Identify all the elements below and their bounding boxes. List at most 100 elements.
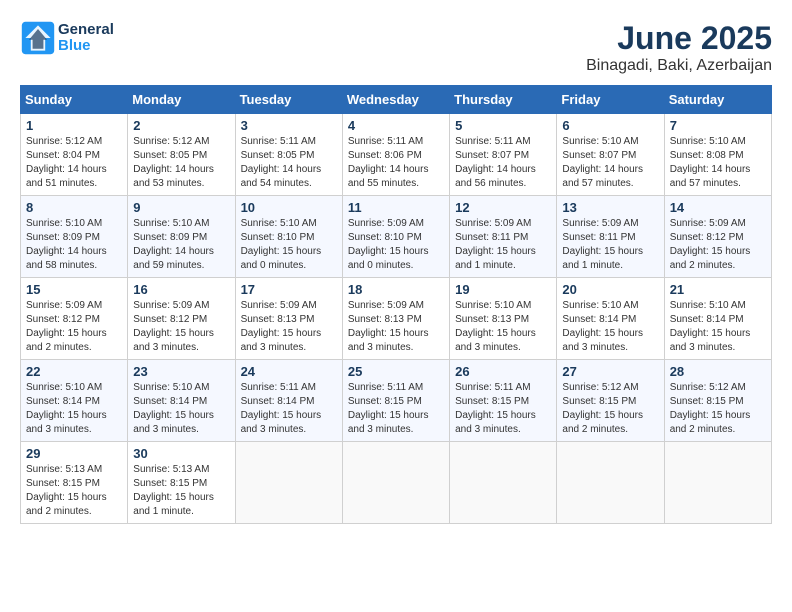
day-number: 26: [455, 364, 551, 379]
week-row-2: 8 Sunrise: 5:10 AMSunset: 8:09 PMDayligh…: [21, 196, 772, 278]
cell-day-14: 14 Sunrise: 5:09 AMSunset: 8:12 PMDaylig…: [664, 196, 771, 278]
cell-day-22: 22 Sunrise: 5:10 AMSunset: 8:14 PMDaylig…: [21, 360, 128, 442]
day-info: Sunrise: 5:10 AMSunset: 8:14 PMDaylight:…: [562, 300, 643, 353]
day-info: Sunrise: 5:09 AMSunset: 8:12 PMDaylight:…: [26, 300, 107, 353]
cell-day-4: 4 Sunrise: 5:11 AMSunset: 8:06 PMDayligh…: [342, 114, 449, 196]
header-wednesday: Wednesday: [342, 86, 449, 114]
header-sunday: Sunday: [21, 86, 128, 114]
day-info: Sunrise: 5:12 AMSunset: 8:15 PMDaylight:…: [670, 382, 751, 435]
day-info: Sunrise: 5:10 AMSunset: 8:07 PMDaylight:…: [562, 136, 643, 189]
day-info: Sunrise: 5:10 AMSunset: 8:08 PMDaylight:…: [670, 136, 751, 189]
header-row: Sunday Monday Tuesday Wednesday Thursday…: [21, 86, 772, 114]
calendar-table: Sunday Monday Tuesday Wednesday Thursday…: [20, 85, 772, 524]
day-number: 5: [455, 118, 551, 133]
day-number: 4: [348, 118, 444, 133]
day-info: Sunrise: 5:12 AMSunset: 8:05 PMDaylight:…: [133, 136, 214, 189]
day-number: 30: [133, 446, 229, 461]
day-number: 18: [348, 282, 444, 297]
day-number: 19: [455, 282, 551, 297]
header-tuesday: Tuesday: [235, 86, 342, 114]
day-info: Sunrise: 5:11 AMSunset: 8:14 PMDaylight:…: [241, 382, 322, 435]
day-info: Sunrise: 5:10 AMSunset: 8:14 PMDaylight:…: [670, 300, 751, 353]
cell-day-empty: [235, 442, 342, 524]
day-info: Sunrise: 5:09 AMSunset: 8:11 PMDaylight:…: [562, 218, 643, 271]
calendar-title: June 2025: [586, 20, 772, 57]
cell-day-23: 23 Sunrise: 5:10 AMSunset: 8:14 PMDaylig…: [128, 360, 235, 442]
day-number: 28: [670, 364, 766, 379]
day-info: Sunrise: 5:12 AMSunset: 8:15 PMDaylight:…: [562, 382, 643, 435]
day-number: 13: [562, 200, 658, 215]
day-info: Sunrise: 5:10 AMSunset: 8:09 PMDaylight:…: [133, 218, 214, 271]
day-info: Sunrise: 5:09 AMSunset: 8:13 PMDaylight:…: [241, 300, 322, 353]
day-info: Sunrise: 5:11 AMSunset: 8:15 PMDaylight:…: [455, 382, 536, 435]
day-info: Sunrise: 5:11 AMSunset: 8:15 PMDaylight:…: [348, 382, 429, 435]
day-number: 7: [670, 118, 766, 133]
day-info: Sunrise: 5:10 AMSunset: 8:10 PMDaylight:…: [241, 218, 322, 271]
header-friday: Friday: [557, 86, 664, 114]
cell-day-26: 26 Sunrise: 5:11 AMSunset: 8:15 PMDaylig…: [450, 360, 557, 442]
day-number: 29: [26, 446, 122, 461]
week-row-1: 1 Sunrise: 5:12 AMSunset: 8:04 PMDayligh…: [21, 114, 772, 196]
day-number: 12: [455, 200, 551, 215]
day-number: 17: [241, 282, 337, 297]
day-number: 9: [133, 200, 229, 215]
logo-icon: [20, 20, 56, 56]
day-number: 10: [241, 200, 337, 215]
day-number: 22: [26, 364, 122, 379]
cell-day-28: 28 Sunrise: 5:12 AMSunset: 8:15 PMDaylig…: [664, 360, 771, 442]
cell-day-1: 1 Sunrise: 5:12 AMSunset: 8:04 PMDayligh…: [21, 114, 128, 196]
day-number: 11: [348, 200, 444, 215]
day-number: 20: [562, 282, 658, 297]
cell-day-9: 9 Sunrise: 5:10 AMSunset: 8:09 PMDayligh…: [128, 196, 235, 278]
week-row-4: 22 Sunrise: 5:10 AMSunset: 8:14 PMDaylig…: [21, 360, 772, 442]
cell-day-2: 2 Sunrise: 5:12 AMSunset: 8:05 PMDayligh…: [128, 114, 235, 196]
day-info: Sunrise: 5:11 AMSunset: 8:06 PMDaylight:…: [348, 136, 429, 189]
day-number: 21: [670, 282, 766, 297]
cell-day-20: 20 Sunrise: 5:10 AMSunset: 8:14 PMDaylig…: [557, 278, 664, 360]
cell-day-empty: [664, 442, 771, 524]
cell-day-16: 16 Sunrise: 5:09 AMSunset: 8:12 PMDaylig…: [128, 278, 235, 360]
cell-day-29: 29 Sunrise: 5:13 AMSunset: 8:15 PMDaylig…: [21, 442, 128, 524]
cell-day-17: 17 Sunrise: 5:09 AMSunset: 8:13 PMDaylig…: [235, 278, 342, 360]
day-info: Sunrise: 5:09 AMSunset: 8:12 PMDaylight:…: [670, 218, 751, 271]
day-number: 8: [26, 200, 122, 215]
day-info: Sunrise: 5:10 AMSunset: 8:09 PMDaylight:…: [26, 218, 107, 271]
day-number: 16: [133, 282, 229, 297]
day-number: 6: [562, 118, 658, 133]
day-number: 3: [241, 118, 337, 133]
page-header: General Blue June 2025 Binagadi, Baki, A…: [20, 20, 772, 75]
cell-day-21: 21 Sunrise: 5:10 AMSunset: 8:14 PMDaylig…: [664, 278, 771, 360]
cell-day-11: 11 Sunrise: 5:09 AMSunset: 8:10 PMDaylig…: [342, 196, 449, 278]
calendar-subtitle: Binagadi, Baki, Azerbaijan: [586, 57, 772, 75]
day-info: Sunrise: 5:13 AMSunset: 8:15 PMDaylight:…: [133, 464, 214, 517]
cell-day-27: 27 Sunrise: 5:12 AMSunset: 8:15 PMDaylig…: [557, 360, 664, 442]
cell-day-6: 6 Sunrise: 5:10 AMSunset: 8:07 PMDayligh…: [557, 114, 664, 196]
day-info: Sunrise: 5:12 AMSunset: 8:04 PMDaylight:…: [26, 136, 107, 189]
cell-day-19: 19 Sunrise: 5:10 AMSunset: 8:13 PMDaylig…: [450, 278, 557, 360]
day-info: Sunrise: 5:13 AMSunset: 8:15 PMDaylight:…: [26, 464, 107, 517]
day-number: 23: [133, 364, 229, 379]
cell-day-25: 25 Sunrise: 5:11 AMSunset: 8:15 PMDaylig…: [342, 360, 449, 442]
cell-day-empty: [342, 442, 449, 524]
cell-day-empty: [557, 442, 664, 524]
cell-day-3: 3 Sunrise: 5:11 AMSunset: 8:05 PMDayligh…: [235, 114, 342, 196]
day-info: Sunrise: 5:10 AMSunset: 8:14 PMDaylight:…: [26, 382, 107, 435]
cell-day-13: 13 Sunrise: 5:09 AMSunset: 8:11 PMDaylig…: [557, 196, 664, 278]
cell-day-7: 7 Sunrise: 5:10 AMSunset: 8:08 PMDayligh…: [664, 114, 771, 196]
day-info: Sunrise: 5:11 AMSunset: 8:07 PMDaylight:…: [455, 136, 536, 189]
day-number: 14: [670, 200, 766, 215]
header-thursday: Thursday: [450, 86, 557, 114]
cell-day-empty: [450, 442, 557, 524]
day-number: 2: [133, 118, 229, 133]
day-number: 15: [26, 282, 122, 297]
cell-day-30: 30 Sunrise: 5:13 AMSunset: 8:15 PMDaylig…: [128, 442, 235, 524]
day-number: 24: [241, 364, 337, 379]
day-info: Sunrise: 5:09 AMSunset: 8:12 PMDaylight:…: [133, 300, 214, 353]
day-number: 1: [26, 118, 122, 133]
logo-line2: Blue: [58, 38, 114, 55]
day-info: Sunrise: 5:09 AMSunset: 8:10 PMDaylight:…: [348, 218, 429, 271]
logo-line1: General: [58, 22, 114, 39]
header-saturday: Saturday: [664, 86, 771, 114]
day-number: 27: [562, 364, 658, 379]
week-row-3: 15 Sunrise: 5:09 AMSunset: 8:12 PMDaylig…: [21, 278, 772, 360]
